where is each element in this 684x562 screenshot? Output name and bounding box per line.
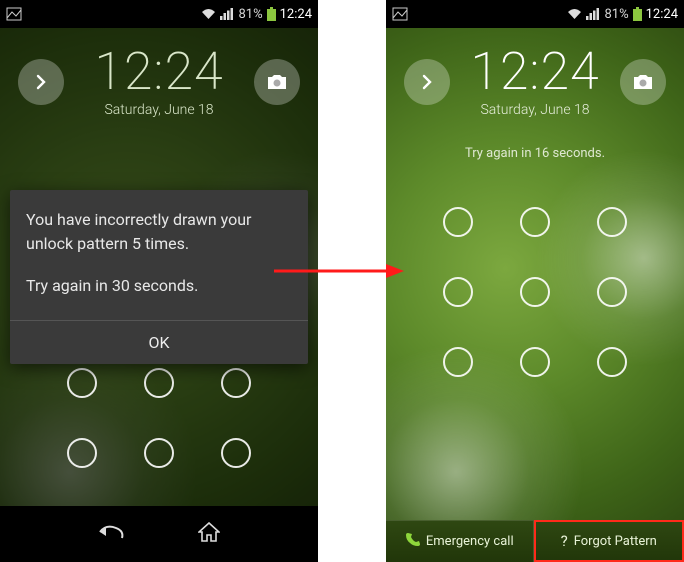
screenshot-icon bbox=[6, 7, 22, 21]
dialog-ok-button[interactable]: OK bbox=[10, 321, 308, 364]
lockscreen-clock: 12:24 bbox=[470, 46, 599, 98]
error-dialog: You have incorrectly drawn your unlock p… bbox=[10, 190, 308, 364]
emergency-call-label: Emergency call bbox=[426, 534, 514, 549]
dialog-message-line1: You have incorrectly drawn your unlock p… bbox=[26, 208, 292, 256]
battery-percentage: 81% bbox=[238, 7, 262, 22]
camera-shortcut-button[interactable] bbox=[254, 59, 300, 105]
pattern-dot[interactable] bbox=[597, 277, 627, 307]
pattern-dot[interactable] bbox=[67, 368, 97, 398]
pattern-dot[interactable] bbox=[67, 438, 97, 468]
forgot-pattern-button[interactable]: ? Forgot Pattern bbox=[534, 520, 684, 562]
pattern-dot[interactable] bbox=[597, 207, 627, 237]
emergency-call-button[interactable]: Emergency call bbox=[386, 520, 533, 562]
battery-icon bbox=[267, 7, 276, 21]
dialog-message-line2: Try again in 30 seconds. bbox=[26, 274, 292, 298]
pattern-dot[interactable] bbox=[221, 368, 251, 398]
wifi-icon bbox=[567, 8, 582, 20]
status-bar: 81% 12:24 bbox=[0, 0, 318, 28]
pattern-grid[interactable] bbox=[420, 187, 650, 397]
retry-countdown-text: Try again in 16 seconds. bbox=[386, 146, 684, 161]
pattern-dot[interactable] bbox=[443, 277, 473, 307]
status-bar: 81% 12:24 bbox=[386, 0, 684, 28]
lockscreen-bottom-bar: Emergency call ? Forgot Pattern bbox=[386, 520, 684, 562]
lockscreen-clock: 12:24 bbox=[94, 46, 223, 98]
pattern-dot[interactable] bbox=[520, 347, 550, 377]
home-icon[interactable] bbox=[198, 522, 220, 546]
unlock-hint-button[interactable] bbox=[404, 59, 450, 105]
back-icon[interactable] bbox=[98, 522, 126, 546]
pattern-dot[interactable] bbox=[144, 438, 174, 468]
phone-icon bbox=[405, 532, 420, 551]
wifi-icon bbox=[201, 8, 216, 20]
signal-icon bbox=[586, 8, 600, 20]
phone-screenshot-left: 81% 12:24 12:24 Saturday, June 18 bbox=[0, 0, 318, 562]
pattern-dot[interactable] bbox=[144, 368, 174, 398]
lockscreen-date: Saturday, June 18 bbox=[104, 102, 213, 118]
pattern-dot[interactable] bbox=[443, 347, 473, 377]
unlock-hint-button[interactable] bbox=[18, 59, 64, 105]
question-icon: ? bbox=[561, 532, 568, 550]
phone-screenshot-right: 81% 12:24 12:24 Saturday, June 18 Try ag… bbox=[386, 0, 684, 562]
lockscreen-header: 12:24 Saturday, June 18 bbox=[0, 28, 318, 118]
lockscreen-header: 12:24 Saturday, June 18 Try again in 16 … bbox=[386, 28, 684, 161]
annotation-arrow-icon bbox=[274, 262, 404, 284]
battery-icon bbox=[633, 7, 642, 21]
pattern-dot[interactable] bbox=[443, 207, 473, 237]
status-clock: 12:24 bbox=[280, 7, 312, 22]
pattern-dot[interactable] bbox=[520, 277, 550, 307]
signal-icon bbox=[220, 8, 234, 20]
pattern-dot[interactable] bbox=[221, 438, 251, 468]
camera-shortcut-button[interactable] bbox=[620, 59, 666, 105]
battery-percentage: 81% bbox=[604, 7, 628, 22]
pattern-dot[interactable] bbox=[520, 207, 550, 237]
status-clock: 12:24 bbox=[646, 7, 678, 22]
pattern-dot[interactable] bbox=[597, 347, 627, 377]
navigation-bar bbox=[0, 506, 318, 562]
screenshot-icon bbox=[392, 7, 408, 21]
forgot-pattern-label: Forgot Pattern bbox=[574, 534, 657, 549]
lockscreen-date: Saturday, June 18 bbox=[480, 102, 589, 118]
